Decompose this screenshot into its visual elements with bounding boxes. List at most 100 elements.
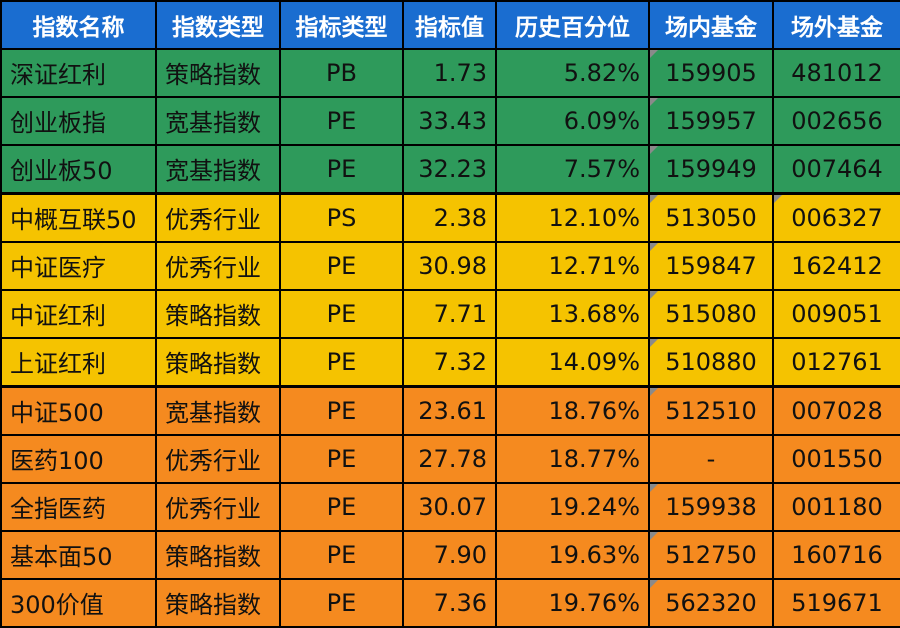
index-name-cell[interactable]: 中概互联50 xyxy=(0,191,157,243)
metric-value-cell[interactable]: 7.71 xyxy=(402,288,497,339)
percentile-cell[interactable]: 7.57% xyxy=(495,143,650,195)
percentile-cell[interactable]: 18.76% xyxy=(495,384,650,436)
table-row: 中证医疗 优秀行业 PE 30.98 12.71% 159847 162412 xyxy=(0,240,900,291)
index-name-cell[interactable]: 中证500 xyxy=(0,384,157,436)
metric-type-cell[interactable]: PE xyxy=(279,433,404,484)
offsite-fund-cell[interactable]: 519671 xyxy=(772,577,900,628)
header-index-name[interactable]: 指数名称 xyxy=(0,0,157,50)
metric-type-cell[interactable]: PE xyxy=(279,336,404,388)
index-name-cell[interactable]: 基本面50 xyxy=(0,529,157,580)
index-type-cell[interactable]: 优秀行业 xyxy=(155,240,281,291)
index-type-cell[interactable]: 宽基指数 xyxy=(155,384,281,436)
index-name-cell[interactable]: 医药100 xyxy=(0,433,157,484)
metric-type-cell[interactable]: PE xyxy=(279,529,404,580)
index-name-cell[interactable]: 上证红利 xyxy=(0,336,157,388)
index-type-cell[interactable]: 优秀行业 xyxy=(155,191,281,243)
percentile-cell[interactable]: 14.09% xyxy=(495,336,650,388)
percentile-cell[interactable]: 19.24% xyxy=(495,481,650,532)
metric-type-cell[interactable]: PE xyxy=(279,240,404,291)
comment-marker-icon xyxy=(651,146,658,154)
onsite-fund-cell[interactable]: 513050 xyxy=(648,191,774,243)
offsite-fund-cell[interactable]: 007464 xyxy=(772,143,900,195)
index-name-cell[interactable]: 中证红利 xyxy=(0,288,157,339)
metric-value-cell[interactable]: 7.36 xyxy=(402,577,497,628)
onsite-fund-code: 513050 xyxy=(665,203,757,232)
index-name-cell[interactable]: 创业板50 xyxy=(0,143,157,195)
metric-value-cell[interactable]: 30.98 xyxy=(402,240,497,291)
onsite-fund-code: 510880 xyxy=(665,347,757,376)
index-name-cell[interactable]: 深证红利 xyxy=(0,48,157,98)
offsite-fund-cell[interactable]: 012761 xyxy=(772,336,900,388)
onsite-fund-cell[interactable]: 562320 xyxy=(648,577,774,628)
offsite-fund-cell[interactable]: 162412 xyxy=(772,240,900,291)
percentile-cell[interactable]: 5.82% xyxy=(495,48,650,98)
index-type-cell[interactable]: 策略指数 xyxy=(155,577,281,628)
offsite-fund-cell[interactable]: 160716 xyxy=(772,529,900,580)
offsite-fund-cell[interactable]: 001550 xyxy=(772,433,900,484)
offsite-fund-cell[interactable]: 481012 xyxy=(772,48,900,98)
percentile-cell[interactable]: 18.77% xyxy=(495,433,650,484)
index-type-cell[interactable]: 策略指数 xyxy=(155,48,281,98)
table-row: 创业板指 宽基指数 PE 33.43 6.09% 159957 002656 xyxy=(0,95,900,146)
onsite-fund-cell[interactable]: 159949 xyxy=(648,143,774,195)
percentile-cell[interactable]: 13.68% xyxy=(495,288,650,339)
index-name-cell[interactable]: 300价值 xyxy=(0,577,157,628)
onsite-fund-cell[interactable]: 159957 xyxy=(648,95,774,146)
index-type-cell[interactable]: 优秀行业 xyxy=(155,481,281,532)
index-name-cell[interactable]: 创业板指 xyxy=(0,95,157,146)
index-name-cell[interactable]: 全指医药 xyxy=(0,481,157,532)
onsite-fund-cell[interactable]: 159847 xyxy=(648,240,774,291)
metric-value-cell[interactable]: 33.43 xyxy=(402,95,497,146)
metric-value-cell[interactable]: 7.32 xyxy=(402,336,497,388)
header-offsite-fund[interactable]: 场外基金 xyxy=(772,0,900,50)
metric-type-cell[interactable]: PS xyxy=(279,191,404,243)
comment-marker-icon xyxy=(651,532,658,540)
index-type-cell[interactable]: 宽基指数 xyxy=(155,95,281,146)
onsite-fund-code: 512510 xyxy=(665,396,757,425)
metric-type-cell[interactable]: PE xyxy=(279,577,404,628)
comment-marker-icon xyxy=(651,339,658,347)
metric-type-cell[interactable]: PE xyxy=(279,143,404,195)
header-metric-value[interactable]: 指标值 xyxy=(402,0,497,50)
index-type-cell[interactable]: 策略指数 xyxy=(155,288,281,339)
index-type-cell[interactable]: 优秀行业 xyxy=(155,433,281,484)
metric-value-cell[interactable]: 23.61 xyxy=(402,384,497,436)
metric-value-cell[interactable]: 7.90 xyxy=(402,529,497,580)
index-type-cell[interactable]: 策略指数 xyxy=(155,336,281,388)
metric-type-cell[interactable]: PE xyxy=(279,288,404,339)
metric-type-cell[interactable]: PE xyxy=(279,384,404,436)
metric-value-cell[interactable]: 32.23 xyxy=(402,143,497,195)
onsite-fund-cell[interactable]: 159905 xyxy=(648,48,774,98)
metric-value-cell[interactable]: 30.07 xyxy=(402,481,497,532)
percentile-cell[interactable]: 12.71% xyxy=(495,240,650,291)
onsite-fund-cell[interactable]: 515080 xyxy=(648,288,774,339)
header-onsite-fund[interactable]: 场内基金 xyxy=(648,0,774,50)
index-type-cell[interactable]: 宽基指数 xyxy=(155,143,281,195)
header-index-type[interactable]: 指数类型 xyxy=(155,0,281,50)
offsite-fund-cell[interactable]: 006327 xyxy=(772,191,900,243)
metric-type-cell[interactable]: PB xyxy=(279,48,404,98)
table-row: 全指医药 优秀行业 PE 30.07 19.24% 159938 001180 xyxy=(0,481,900,532)
onsite-fund-cell[interactable]: 159938 xyxy=(648,481,774,532)
onsite-fund-cell[interactable]: 510880 xyxy=(648,336,774,388)
offsite-fund-cell[interactable]: 009051 xyxy=(772,288,900,339)
metric-type-cell[interactable]: PE xyxy=(279,95,404,146)
onsite-fund-cell[interactable]: 512750 xyxy=(648,529,774,580)
onsite-fund-cell[interactable]: 512510 xyxy=(648,384,774,436)
offsite-fund-cell[interactable]: 001180 xyxy=(772,481,900,532)
percentile-cell[interactable]: 19.76% xyxy=(495,577,650,628)
percentile-cell[interactable]: 19.63% xyxy=(495,529,650,580)
onsite-fund-cell[interactable]: - xyxy=(648,433,774,484)
metric-value-cell[interactable]: 27.78 xyxy=(402,433,497,484)
percentile-cell[interactable]: 6.09% xyxy=(495,95,650,146)
index-type-cell[interactable]: 策略指数 xyxy=(155,529,281,580)
metric-value-cell[interactable]: 1.73 xyxy=(402,48,497,98)
header-metric-type[interactable]: 指标类型 xyxy=(279,0,404,50)
index-name-cell[interactable]: 中证医疗 xyxy=(0,240,157,291)
offsite-fund-cell[interactable]: 007028 xyxy=(772,384,900,436)
metric-value-cell[interactable]: 2.38 xyxy=(402,191,497,243)
percentile-cell[interactable]: 12.10% xyxy=(495,191,650,243)
offsite-fund-cell[interactable]: 002656 xyxy=(772,95,900,146)
header-historical-percentile[interactable]: 历史百分位 xyxy=(495,0,650,50)
metric-type-cell[interactable]: PE xyxy=(279,481,404,532)
